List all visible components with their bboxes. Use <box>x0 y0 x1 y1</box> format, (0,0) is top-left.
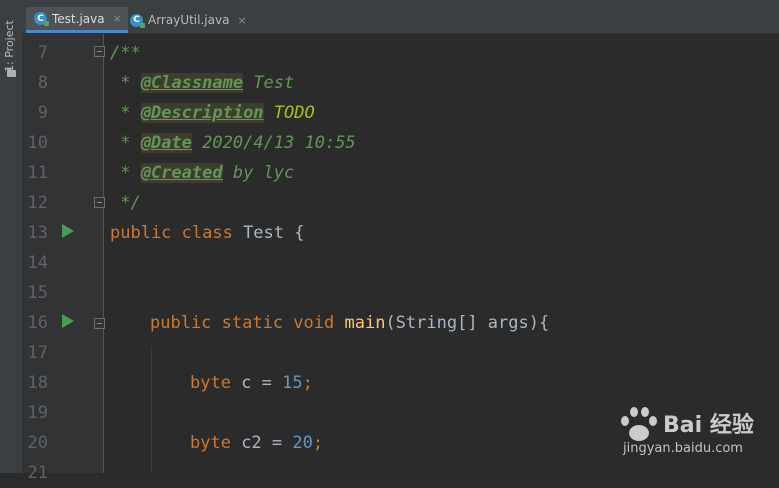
variable: c = <box>230 373 283 393</box>
java-class-icon: C <box>34 12 49 26</box>
java-class-icon: C <box>130 13 145 28</box>
comment-text: * <box>110 133 141 153</box>
editor-tab-bar: C Test.java × C ArrayUtil.java × <box>22 0 779 34</box>
number-literal: 20 <box>292 433 313 453</box>
todo-text: TODO <box>263 103 315 123</box>
paw-logo-icon <box>621 407 657 441</box>
javadoc-tag: @Classname <box>140 73 244 93</box>
semicolon: ; <box>312 433 324 453</box>
keyword: byte <box>190 373 231 393</box>
code-line: /** <box>0 38 779 68</box>
line-number: 19 <box>27 403 48 423</box>
comment-text: by lyc <box>222 163 295 183</box>
line-number: 17 <box>27 343 48 363</box>
comment-text: */ <box>110 193 141 213</box>
semicolon: ; <box>302 373 313 393</box>
comment-text: * <box>110 163 141 183</box>
keyword: public class <box>110 223 233 243</box>
code-line: * @Date 2020/4/13 10:55 <box>0 128 779 158</box>
code-line: * @Classname Test <box>0 68 779 98</box>
code-line: * @Description TODO <box>0 98 779 128</box>
javadoc-tag: @Date <box>140 133 192 153</box>
variable: c2 = <box>230 433 293 453</box>
line-number: 15 <box>27 283 48 303</box>
class-name: Test { <box>232 223 305 243</box>
method-name: main <box>344 313 386 333</box>
code-line: public class Test { <box>0 218 779 248</box>
comment-text: Test <box>243 73 295 93</box>
baidu-watermark: Bai 经验 jingyan.baidu.com <box>617 403 767 463</box>
watermark-logo-text: Bai 经验 <box>663 413 754 438</box>
javadoc-tag: @Created <box>140 163 223 183</box>
comment-text: * <box>110 73 141 93</box>
code-line: * @Created by lyc <box>0 158 779 188</box>
close-icon[interactable]: × <box>237 14 246 27</box>
line-number: 21 <box>27 463 48 483</box>
method-params: (String[] args){ <box>385 313 550 333</box>
tab-label: Test.java <box>52 11 105 26</box>
number-literal: 15 <box>282 373 303 393</box>
watermark-url: jingyan.baidu.com <box>623 441 743 456</box>
comment-text: /** <box>110 43 141 63</box>
code-line: public static void main(String[] args){ <box>0 308 779 338</box>
keyword: public static void <box>150 313 335 333</box>
tab-arrayutil-java[interactable]: C ArrayUtil.java × <box>122 7 253 33</box>
comment-text: 2020/4/13 10:55 <box>191 133 356 153</box>
code-line: */ <box>0 188 779 218</box>
tab-label: ArrayUtil.java <box>148 13 230 27</box>
close-icon[interactable]: × <box>113 12 122 25</box>
javadoc-tag: @Description <box>140 103 264 123</box>
code-line: byte c = 15; <box>0 368 779 398</box>
keyword: byte <box>190 433 231 453</box>
line-number: 14 <box>27 253 48 273</box>
tab-test-java[interactable]: C Test.java × <box>26 7 128 33</box>
comment-text: * <box>110 103 141 123</box>
